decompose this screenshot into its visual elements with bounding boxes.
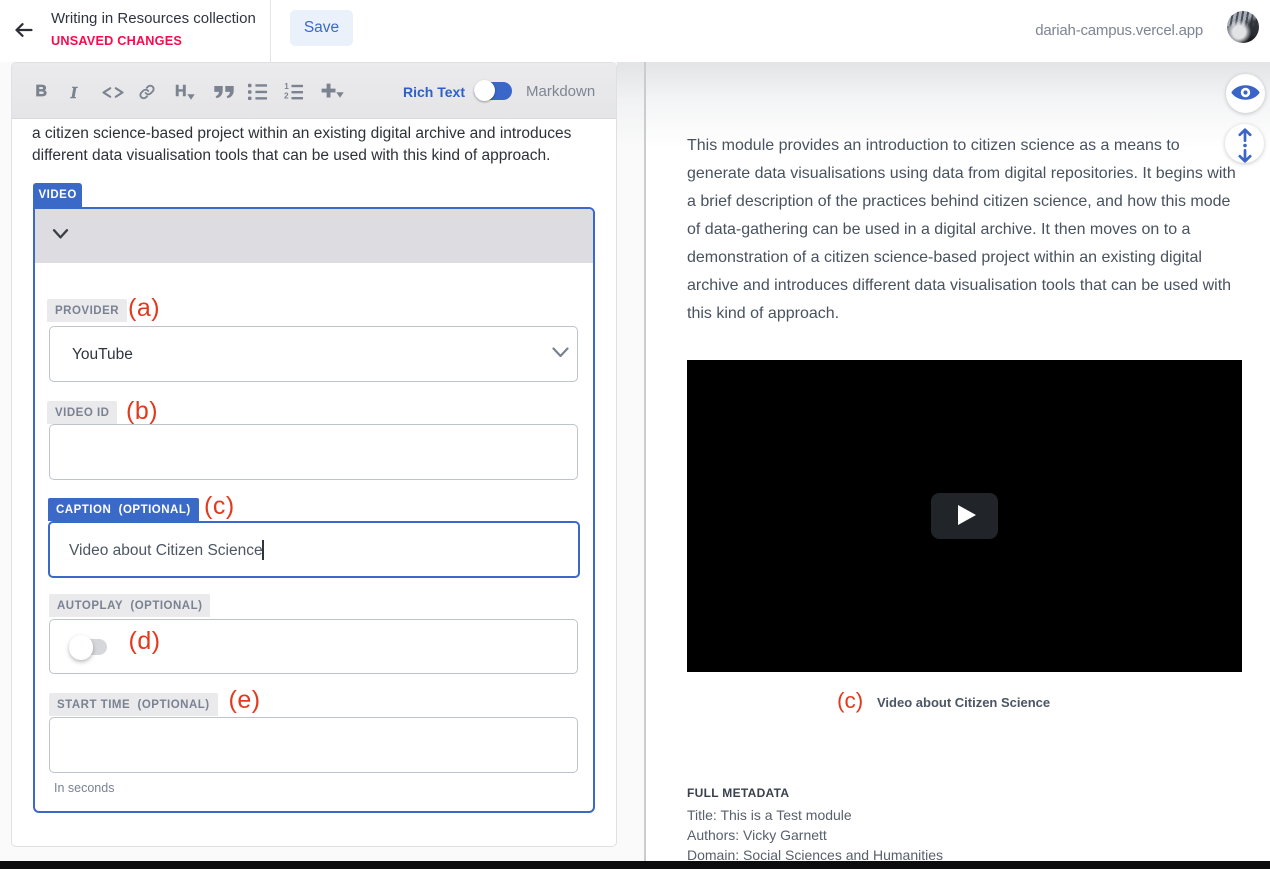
svg-text:2: 2 bbox=[284, 92, 289, 101]
svg-text:1: 1 bbox=[284, 82, 289, 91]
